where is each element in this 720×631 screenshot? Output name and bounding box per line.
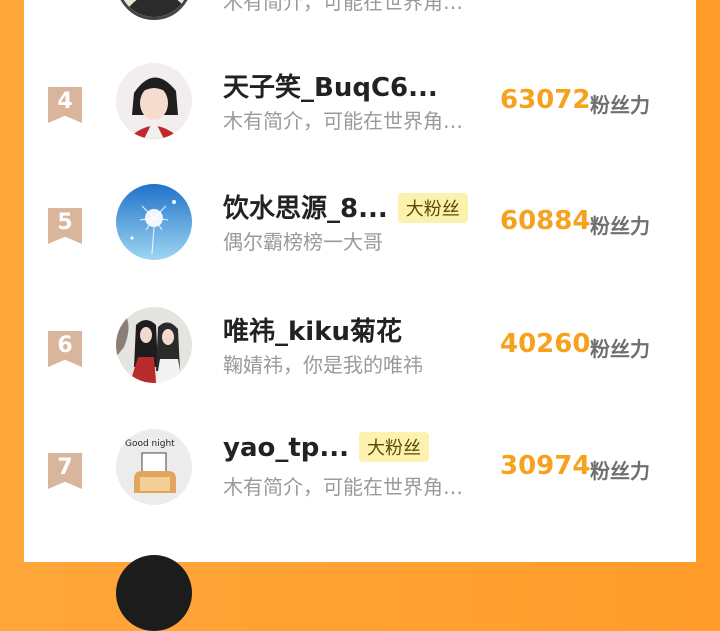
fan-score: 60884 (500, 206, 591, 236)
rank-ribbon: 6 (48, 331, 82, 367)
avatar-text: Good night (125, 439, 175, 449)
rank-ribbon: 7 (48, 453, 82, 489)
rank-number: 4 (57, 89, 73, 114)
fan-score-unit: 粉丝力 (590, 459, 650, 483)
rank-number: 7 (57, 455, 73, 480)
avatar[interactable] (116, 63, 192, 139)
rank-ribbon: 5 (48, 208, 82, 244)
user-description: 木有简介，可能在世界角… (223, 475, 463, 499)
rank-number: 5 (57, 210, 73, 235)
leaderboard-panel: 木有简介，可能在世界角… 4 天子笑_BuqC6... 木有简介，可能在世界角…… (24, 0, 696, 631)
avatar[interactable]: Good night (116, 429, 192, 505)
user-name-text: 唯祎_kiku菊花 (223, 317, 403, 347)
fan-score-unit: 粉丝力 (590, 214, 650, 238)
avatar[interactable] (116, 307, 192, 383)
avatar[interactable] (116, 184, 192, 260)
user-name[interactable]: yao_tp... 大粉丝 (223, 431, 430, 464)
big-fan-badge: 大粉丝 (397, 192, 468, 223)
fan-score-unit: 粉丝力 (590, 337, 650, 361)
rank-number: 6 (57, 333, 73, 358)
user-description: 偶尔霸榜榜一大哥 (223, 230, 383, 254)
user-name[interactable]: 唯祎_kiku菊花 (223, 311, 402, 348)
big-fan-badge: 大粉丝 (359, 431, 430, 462)
user-description: 木有简介，可能在世界角… (223, 0, 463, 14)
user-description: 木有简介，可能在世界角… (223, 109, 463, 133)
user-name-text: 饮水思源_8... (223, 194, 388, 224)
user-name[interactable]: 天子笑_BuqC6... (223, 67, 438, 104)
avatar[interactable] (116, 555, 192, 631)
user-name-text: yao_tp... (223, 433, 350, 463)
fan-score-unit: 粉丝力 (590, 93, 650, 117)
avatar[interactable] (116, 0, 192, 20)
user-name[interactable]: 饮水思源_8... 大粉丝 (223, 188, 468, 225)
fan-score: 63072 (500, 85, 591, 115)
fan-score: 30974 (500, 451, 591, 481)
rank-ribbon: 4 (48, 87, 82, 123)
user-name-text: 天子笑_BuqC6... (223, 73, 438, 103)
fan-score: 40260 (500, 329, 591, 359)
user-description: 鞠婧祎，你是我的唯祎 (223, 353, 423, 377)
